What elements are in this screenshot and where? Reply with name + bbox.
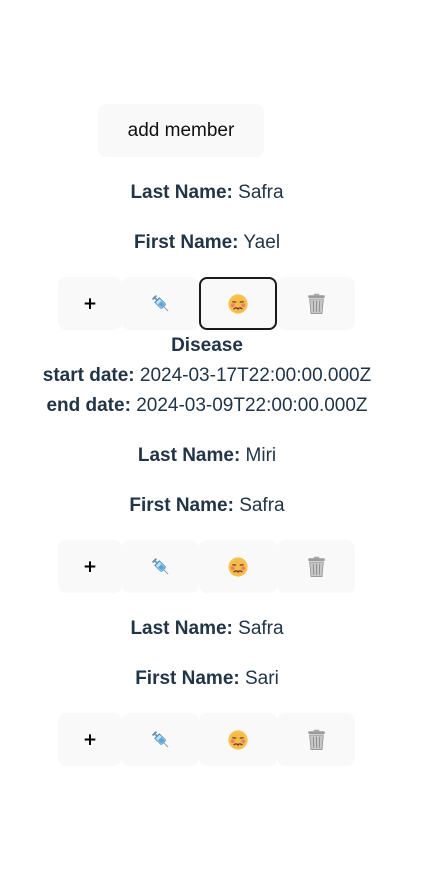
last-name-label: Last Name:: [137, 445, 241, 466]
sick-face-icon: [227, 556, 249, 578]
last-name-label: Last Name:: [130, 618, 233, 639]
trash-icon: [306, 556, 327, 578]
first-name-label: First Name:: [129, 495, 234, 516]
add-vaccine-button[interactable]: +: [58, 277, 122, 330]
trash-icon: [306, 293, 327, 315]
add-vaccine-button[interactable]: +: [58, 713, 122, 766]
member-actions: +: [58, 277, 356, 330]
member-first-name: First Name: Sari: [0, 667, 414, 691]
first-name-value: Safra: [239, 495, 285, 516]
member-actions: +: [58, 713, 356, 766]
add-vaccine-button[interactable]: +: [58, 540, 122, 593]
syringe-icon: [150, 293, 172, 315]
syringe-icon: [150, 729, 172, 751]
delete-member-button[interactable]: [277, 540, 355, 593]
syringe-icon: [150, 556, 172, 578]
vaccine-button[interactable]: [122, 277, 199, 330]
member-last-name: Last Name: Safra: [0, 181, 414, 205]
start-date-value: 2024-03-17T22:00:00.000Z: [139, 365, 372, 386]
first-name-value: Yael: [243, 232, 281, 253]
last-name-value: Miri: [245, 445, 277, 466]
member-last-name: Last Name: Miri: [0, 444, 414, 468]
sick-face-icon: [227, 293, 249, 315]
last-name-label: Last Name:: [130, 182, 233, 203]
member-first-name: First Name: Yael: [0, 231, 414, 255]
disease-title: Disease: [171, 335, 243, 356]
first-name-label: First Name:: [133, 232, 239, 253]
disease-button[interactable]: [199, 540, 277, 593]
delete-member-button[interactable]: [277, 713, 355, 766]
disease-start-date: start date: 2024-03-17T22:00:00.000Z: [0, 364, 414, 388]
start-date-label: start date:: [42, 365, 135, 386]
disease-button[interactable]: [199, 277, 277, 330]
disease-end-date: end date: 2024-03-09T22:00:00.000Z: [0, 394, 414, 418]
app-root: add member Last Name: Safra First Name: …: [0, 0, 431, 882]
member-last-name: Last Name: Safra: [0, 617, 414, 641]
last-name-value: Safra: [238, 618, 284, 639]
trash-icon: [306, 729, 327, 751]
first-name-label: First Name:: [135, 668, 240, 689]
add-member-button[interactable]: add member: [98, 104, 264, 157]
member-actions: +: [58, 540, 356, 593]
delete-member-button[interactable]: [277, 277, 355, 330]
first-name-value: Sari: [245, 668, 279, 689]
vaccine-button[interactable]: [122, 540, 199, 593]
last-name-value: Safra: [238, 182, 284, 203]
end-date-label: end date:: [46, 395, 131, 416]
disease-button[interactable]: [199, 713, 277, 766]
end-date-value: 2024-03-09T22:00:00.000Z: [136, 395, 368, 416]
sick-face-icon: [227, 729, 249, 751]
member-first-name: First Name: Safra: [0, 494, 414, 518]
vaccine-button[interactable]: [122, 713, 199, 766]
